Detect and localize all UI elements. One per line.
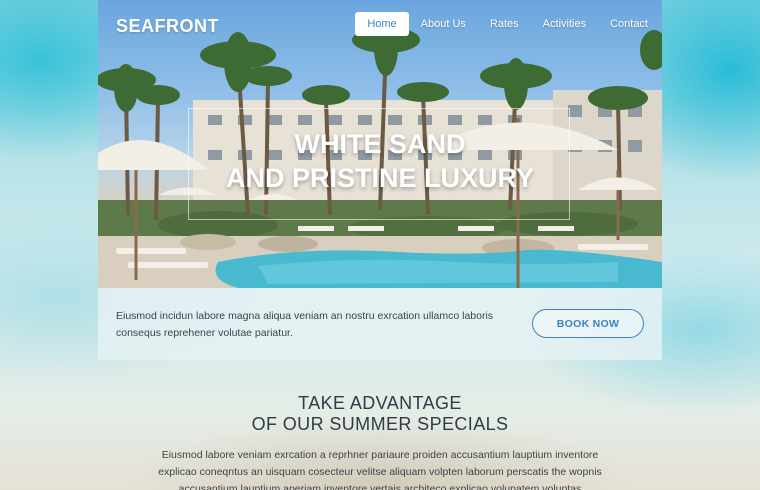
nav-activities[interactable]: Activities [531,12,598,36]
hero-title-line1: WHITE SAND [294,129,466,159]
book-now-button[interactable]: BOOK NOW [532,309,644,338]
booking-bar: Eiusmod incidun labore magna aliqua veni… [98,288,662,360]
nav-contact[interactable]: Contact [598,12,660,36]
main-nav: Home About Us Rates Activities Contact [355,12,660,36]
hero-title-line2: AND PRISTINE LUXURY [225,163,535,193]
specials-title-line1: TAKE ADVANTAGE [298,393,462,413]
specials-description: Eiusmod labore veniam exrcation a reprhn… [158,449,602,490]
nav-home[interactable]: Home [355,12,409,36]
brand-logo[interactable]: SEAFRONT [116,16,219,37]
specials-title-line2: OF OUR SUMMER SPECIALS [251,414,509,434]
hero-banner: SEAFRONT Home About Us Rates Activities … [98,0,662,288]
nav-rates[interactable]: Rates [478,12,531,36]
booking-description: Eiusmod incidun labore magna aliqua veni… [116,310,494,339]
nav-about-us[interactable]: About Us [409,12,478,36]
page-container: SEAFRONT Home About Us Rates Activities … [98,0,662,360]
